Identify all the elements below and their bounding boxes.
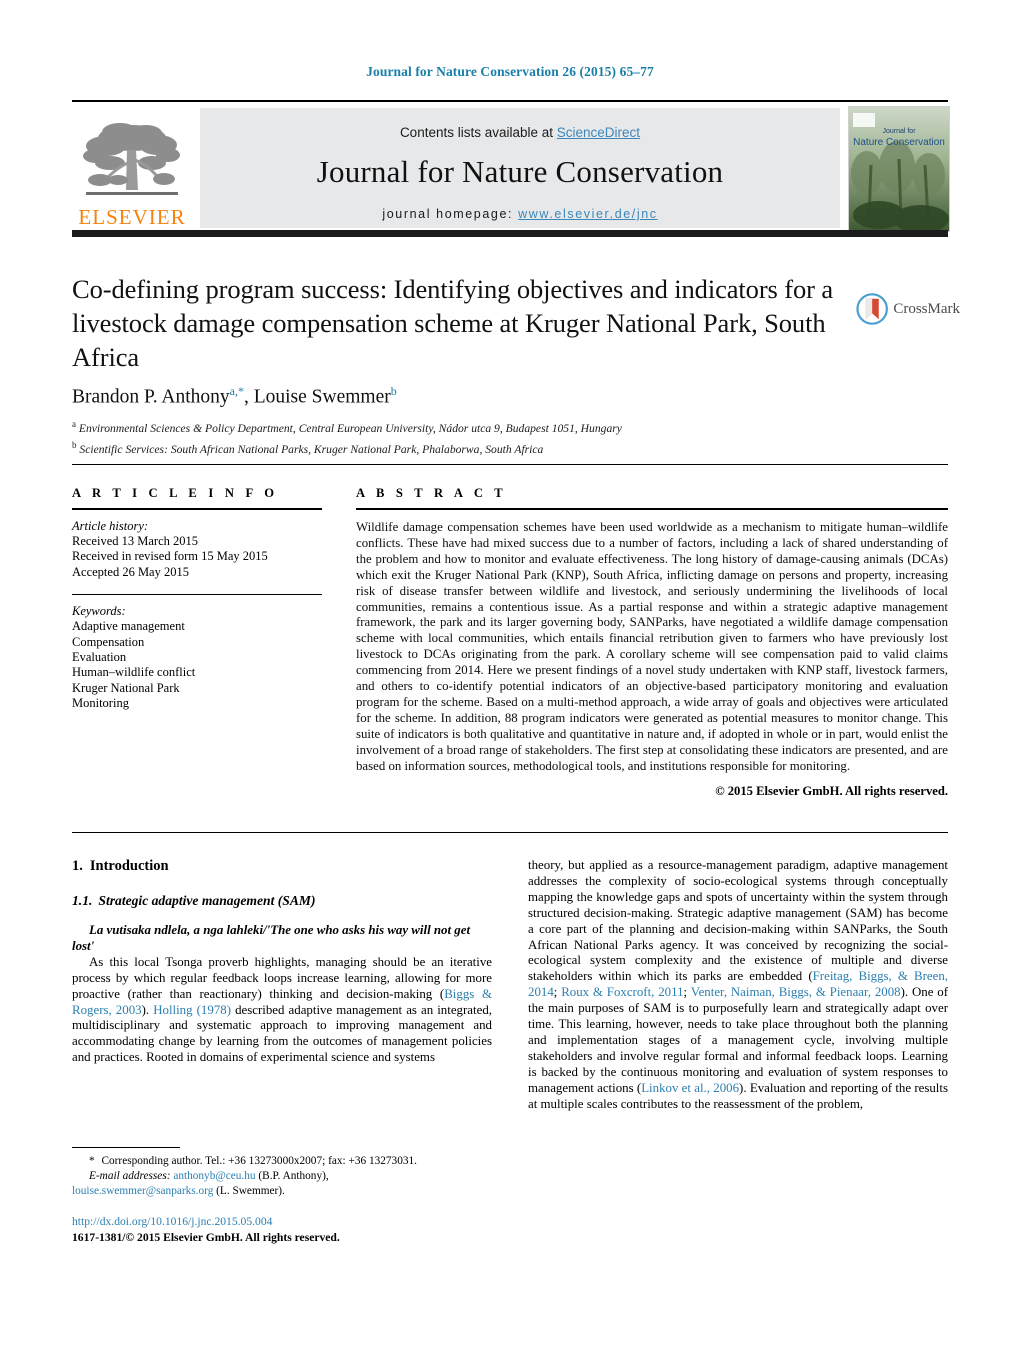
affiliation-list: a Environmental Sciences & Policy Depart… xyxy=(72,416,872,458)
affiliation-a-text: Environmental Sciences & Policy Departme… xyxy=(78,421,622,435)
keyword-item: Adaptive management xyxy=(72,619,185,634)
sciencedirect-link[interactable]: ScienceDirect xyxy=(557,125,640,140)
email-owner-swemmer: (L. Swemmer). xyxy=(216,1185,285,1198)
journal-homepage-link[interactable]: www.elsevier.de/jnc xyxy=(518,207,657,221)
article-info-column: A R T I C L E I N F O Article history: R… xyxy=(72,486,322,712)
masthead-bottom-rule xyxy=(72,230,948,237)
keyword-item: Evaluation xyxy=(72,650,127,665)
svg-text:Journal for: Journal for xyxy=(882,128,916,135)
email-addresses-label: E-mail addresses: xyxy=(89,1170,171,1183)
journal-homepage-line: journal homepage: www.elsevier.de/jnc xyxy=(200,207,840,221)
keyword-item: Monitoring xyxy=(72,696,129,711)
page-title: Co-defining program success: Identifying… xyxy=(72,274,834,372)
journal-title: Journal for Nature Conservation xyxy=(316,154,724,189)
subsection-number: 1.1. xyxy=(72,893,93,908)
subsection-title: Strategic adaptive management (SAM) xyxy=(98,893,316,908)
affiliation-b: b Scientific Services: South African Nat… xyxy=(72,437,872,458)
body-column-left: 1. Introduction 1.1. Strategic adaptive ma… xyxy=(72,858,492,1066)
masthead-top-rule xyxy=(72,100,948,102)
article-history-received: Received 13 March 2015 xyxy=(72,534,199,548)
cover-image-icon: Journal for Nature Conservation xyxy=(849,107,949,231)
article-history-revised: Received in revised form 15 May 2015 xyxy=(72,549,268,564)
keyword-item: Compensation xyxy=(72,634,145,649)
journal-masthead: ELSEVIER Contents lists available at Sci… xyxy=(72,100,950,237)
crossmark-badge[interactable]: CrossMark xyxy=(856,283,960,335)
homepage-label: journal homepage: xyxy=(382,207,514,221)
crossmark-icon xyxy=(856,293,888,325)
abstract-column: A B S T R A C T Wildlife damage compensa… xyxy=(356,486,948,799)
divider-above-body xyxy=(72,832,948,833)
email-link-anthony[interactable]: anthonyb@ceu.hu xyxy=(173,1170,255,1182)
body-column-right: theory, but applied as a resource-manage… xyxy=(528,858,948,1113)
section-number: 1. xyxy=(72,858,83,874)
article-history-label: Article history: xyxy=(72,519,149,533)
crossmark-label: CrossMark xyxy=(893,300,960,317)
email-link-swemmer[interactable]: louise.swemmer@sanparks.org xyxy=(72,1185,213,1197)
doi-link[interactable]: http://dx.doi.org/10.1016/j.jnc.2015.05.… xyxy=(72,1215,272,1228)
divider-above-abstract xyxy=(72,464,948,465)
keyword-item: Human–wildlife conflict xyxy=(72,665,196,680)
abstract-text: Wildlife damage compensation schemes hav… xyxy=(356,520,948,773)
running-head: Journal for Nature Conservation 26 (2015… xyxy=(366,64,654,79)
elsevier-wordmark: ELSEVIER xyxy=(78,205,186,229)
section-heading-introduction: 1. Introduction xyxy=(72,858,492,875)
issn-copyright-line: 1617-1381/© 2015 Elsevier GmbH. All righ… xyxy=(72,1230,340,1244)
abstract-heading: A B S T R A C T xyxy=(356,486,507,500)
abstract-rule xyxy=(356,508,948,510)
svg-text:Nature Conservation: Nature Conservation xyxy=(853,137,945,148)
keywords-label: Keywords: xyxy=(72,604,126,619)
paper-page: Journal for Nature Conservation 26 (2015… xyxy=(0,0,1020,1351)
intro-paragraph-left: As this local Tsonga proverb highlights,… xyxy=(72,954,492,1065)
contents-prefix: Contents lists available at xyxy=(399,125,557,140)
footnote-block: * Corresponding author. Tel.: +36 132730… xyxy=(72,1154,492,1200)
elsevier-logo: ELSEVIER xyxy=(72,108,192,228)
email-owner-anthony: (B.P. Anthony), xyxy=(258,1170,329,1183)
corresponding-author-note: * Corresponding author. Tel.: +36 132730… xyxy=(89,1155,417,1167)
article-info-heading: A R T I C L E I N F O xyxy=(72,486,279,500)
elsevier-tree-icon xyxy=(83,123,180,195)
article-info-rule xyxy=(72,508,322,510)
affiliation-b-mark: b xyxy=(72,439,77,450)
journal-cover-thumbnail: Journal for Nature Conservation xyxy=(848,106,950,232)
author-list: Brandon P. Anthonya,*, Louise Swemmerb xyxy=(72,384,397,408)
email-addresses-note: E-mail addresses: anthonyb@ceu.hu (B.P. … xyxy=(72,1169,492,1184)
doi-block: http://dx.doi.org/10.1016/j.jnc.2015.05.… xyxy=(72,1214,502,1245)
tsonga-proverb: La vutisaka ndlela, a nga lahleki/'The o… xyxy=(72,923,471,953)
intro-paragraph-right: theory, but applied as a resource-manage… xyxy=(528,858,948,1111)
title-block: Co-defining program success: Identifying… xyxy=(72,272,862,374)
keywords-divider xyxy=(72,594,322,596)
keyword-item: Kruger National Park xyxy=(72,680,180,695)
section-title: Introduction xyxy=(89,858,169,874)
footnote-divider xyxy=(72,1147,180,1148)
affiliation-b-text: Scientific Services: South African Natio… xyxy=(79,442,544,456)
affiliation-a: a Environmental Sciences & Policy Depart… xyxy=(72,416,872,437)
affiliation-a-mark: a xyxy=(72,419,76,429)
contents-line: Contents lists available at ScienceDirec… xyxy=(200,125,840,140)
subsection-heading-sam: 1.1. Strategic adaptive management (SAM) xyxy=(72,893,492,909)
email-addresses-note-second: louise.swemmer@sanparks.org (L. Swemmer)… xyxy=(72,1184,492,1199)
masthead-panel: Contents lists available at ScienceDirec… xyxy=(200,108,840,228)
abstract-copyright: © 2015 Elsevier GmbH. All rights reserve… xyxy=(715,783,948,798)
article-history-accepted: Accepted 26 May 2015 xyxy=(72,564,189,579)
